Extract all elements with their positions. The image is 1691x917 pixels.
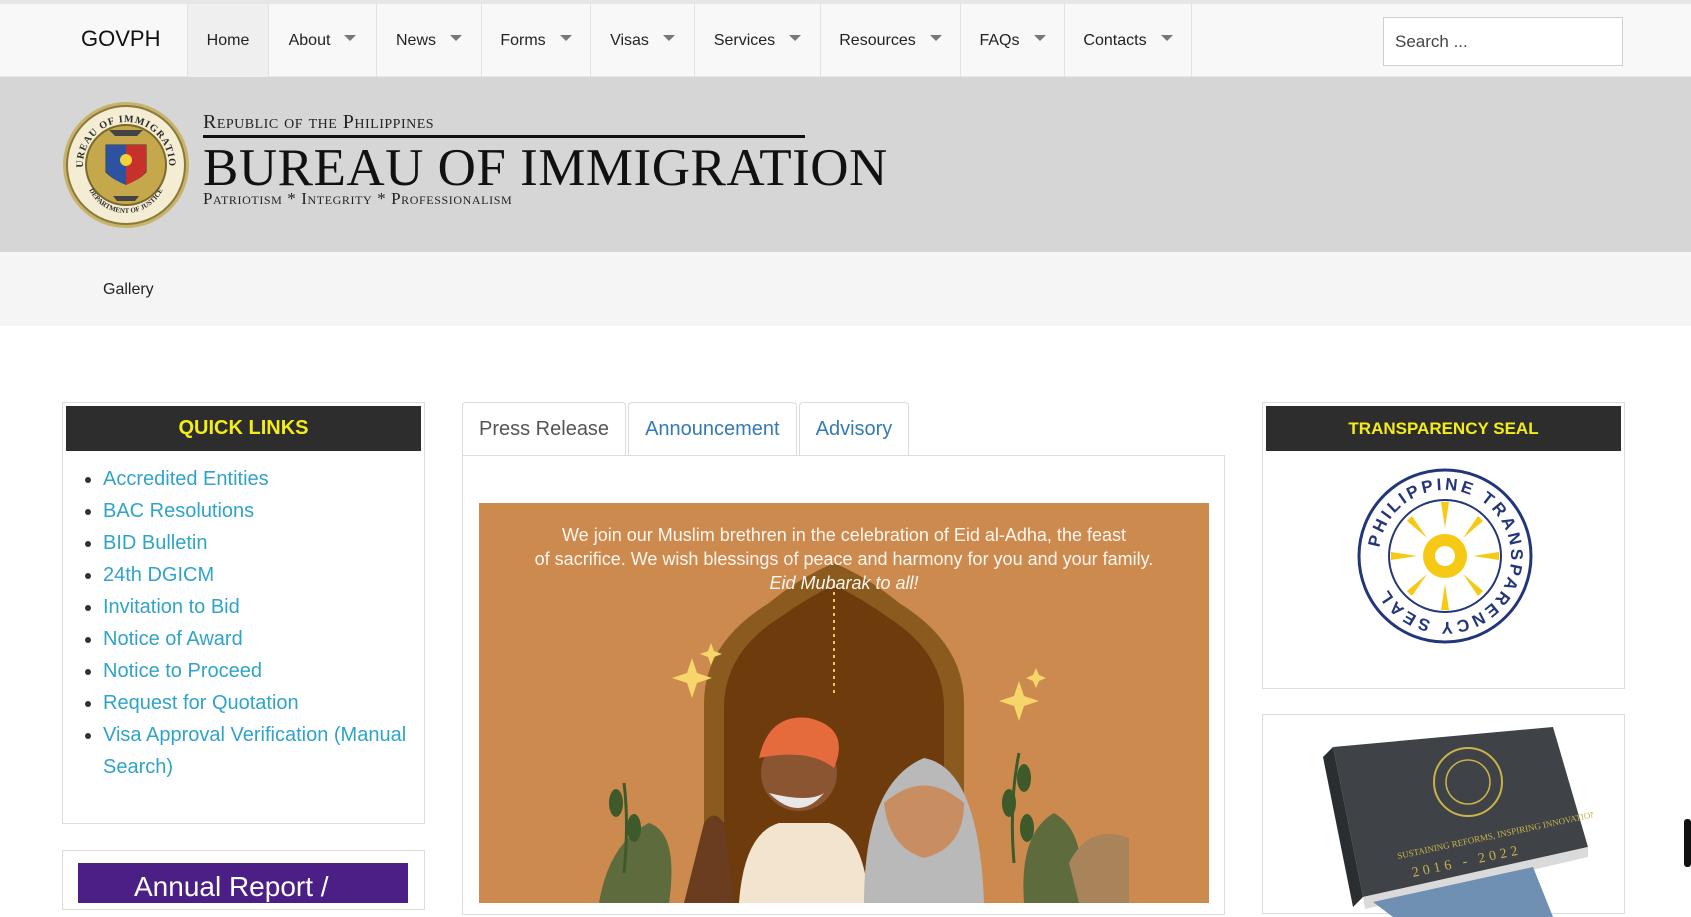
quick-links-title: QUICK LINKS [66,406,421,451]
list-item: Request for Quotation [103,687,433,719]
nav-visas-label: Visas [610,31,649,49]
list-item: Accredited Entities [103,463,433,495]
nav-news-label: News [395,31,436,49]
nav-forms-label: Forms [500,31,546,49]
caret-down-icon [344,34,357,41]
site-header: BUREAU OF IMMIGRATION DEPARTMENT OF JUST… [0,77,1691,252]
news-tabs: Press Release Announcement Advisory [462,402,911,456]
list-item: BID Bulletin [103,527,433,559]
list-item: Notice to Proceed [103,655,433,687]
caret-down-icon [789,34,802,41]
govph-brand-link[interactable]: GOVPH [81,26,160,52]
search-input[interactable] [1383,17,1623,66]
link-accredited-entities[interactable]: Accredited Entities [103,468,269,490]
nav-forms[interactable]: Forms [481,4,590,77]
transparency-seal-panel: TRANSPARENCY SEAL PHILIPPINE TRANSPARENC… [1262,402,1625,689]
nav-resources[interactable]: Resources [820,4,960,77]
nav-home-label: Home [206,31,250,49]
list-item: BAC Resolutions [103,495,433,527]
nav-services[interactable]: Services [694,4,820,77]
nav-contacts[interactable]: Contacts [1064,4,1192,77]
nav-faqs-label: FAQs [979,31,1020,49]
anniversary-book-panel: SUSTAINING REFORMS, INSPIRING INNOVATION… [1262,714,1625,917]
nav-visas[interactable]: Visas [590,4,694,77]
caret-down-icon [450,34,462,41]
list-item: Visa Approval Verification (Manual Searc… [103,719,433,783]
link-notice-of-award[interactable]: Notice of Award [103,628,243,650]
nav-about[interactable]: About [268,4,376,77]
nav-contacts-label: Contacts [1083,31,1147,49]
quick-links-list: Accredited Entities BAC Resolutions BID … [79,463,433,783]
nav-resources-label: Resources [839,31,916,49]
link-bac-resolutions[interactable]: BAC Resolutions [103,500,254,522]
transparency-seal-title: TRANSPARENCY SEAL [1266,406,1621,451]
eid-message-line2: of sacrifice. We wish blessings of peace… [534,549,1154,569]
link-bid-bulletin[interactable]: BID Bulletin [103,532,208,554]
nav-services-label: Services [713,31,776,49]
tab-press-release[interactable]: Press Release [462,402,627,456]
caret-down-icon [662,34,675,41]
link-notice-to-proceed[interactable]: Notice to Proceed [103,660,262,682]
gallery-link[interactable]: Gallery [103,281,154,299]
page-scroll-indicator[interactable] [1684,819,1691,867]
caret-down-icon [1160,34,1173,41]
eid-message-line3: Eid Mubarak to all! [769,573,919,593]
link-request-for-quotation[interactable]: Request for Quotation [103,692,299,714]
nav-about-label: About [288,31,331,49]
tab-announcement[interactable]: Announcement [628,402,797,456]
nav-home[interactable]: Home [187,4,268,77]
top-navbar: GOVPH Home About News Forms Visas Servic… [0,0,1691,77]
caret-down-icon [559,34,572,41]
list-item: Notice of Award [103,623,433,655]
link-24th-dgicm[interactable]: 24th DGICM [103,564,214,586]
eid-message: We join our Muslim brethren in the celeb… [479,523,1209,595]
list-item: Invitation to Bid [103,591,433,623]
annual-report-banner[interactable]: Annual Report / [78,863,408,903]
list-item: 24th DGICM [103,559,433,591]
caret-down-icon [1033,34,1046,41]
link-visa-approval-verification[interactable]: Visa Approval Verification (Manual Searc… [103,724,406,778]
nav-news[interactable]: News [376,4,481,77]
eid-greeting-image[interactable]: We join our Muslim brethren in the celeb… [479,503,1209,903]
republic-subtitle: Republic of the Philippines [203,111,435,133]
motto: Patriotism * Integrity * Professionalism [203,189,513,208]
transparency-seal-logo[interactable]: PHILIPPINE TRANSPARENCY SEAL [1355,466,1535,646]
sub-navbar: Gallery [0,252,1691,326]
link-invitation-to-bid[interactable]: Invitation to Bid [103,596,240,618]
eid-message-line1: We join our Muslim brethren in the celeb… [562,525,1126,545]
quick-links-panel: QUICK LINKS Accredited Entities BAC Reso… [62,402,425,824]
bureau-seal-logo[interactable]: BUREAU OF IMMIGRATION DEPARTMENT OF JUST… [61,100,191,230]
caret-down-icon [929,34,942,41]
main-menu: Home About News Forms Visas Services Res… [187,4,1192,77]
anniversary-book-image[interactable]: SUSTAINING REFORMS, INSPIRING INNOVATION… [1303,727,1593,917]
nav-faqs[interactable]: FAQs [960,4,1064,77]
tab-advisory[interactable]: Advisory [798,402,910,456]
